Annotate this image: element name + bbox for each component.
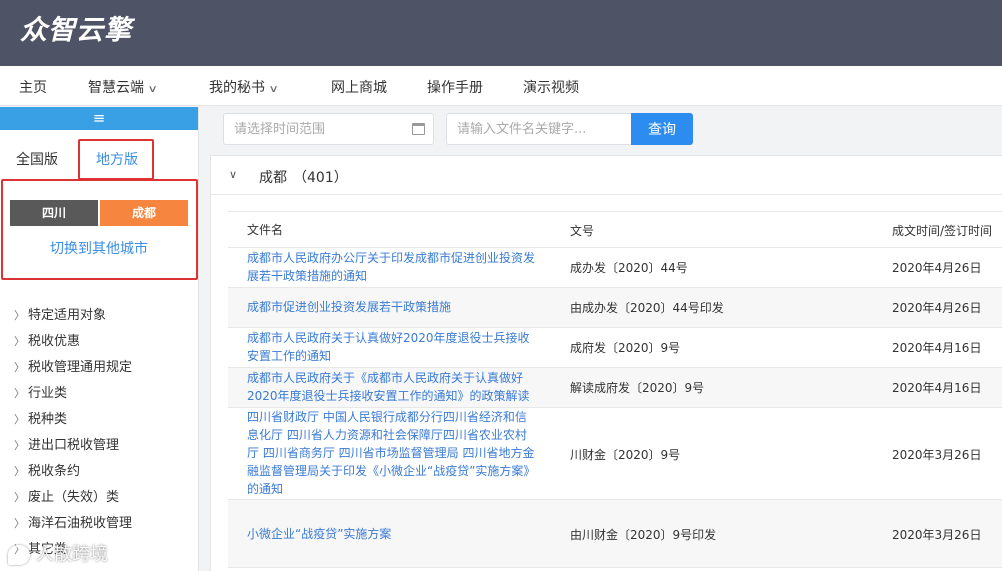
chevron-down-icon: ∨ — [268, 84, 279, 95]
col-header-name: 文件名 — [247, 223, 284, 237]
doc-title-link[interactable]: 四川省财政厅 中国人民银行成都分行四川省经济和信息化厅 四川省人力资源和社会保障… — [247, 408, 537, 498]
doc-number: 由川财金〔2020〕9号印发 — [570, 528, 717, 542]
main-nav: 主页 智慧云端 ∨ 我的秘书 ∨ 网上商城 操作手册 演示视频 — [0, 66, 1002, 106]
nav-my-secretary[interactable]: 我的秘书 ∨ — [209, 77, 279, 97]
sidebar-toggle-button[interactable]: ≡ — [0, 107, 198, 130]
table-row: 成都市人民政府关于认真做好2020年度退役士兵接收安置工作的通知 成府发〔202… — [228, 328, 1002, 368]
top-header: 众智云擎 — [0, 0, 1002, 66]
doc-title-link[interactable]: 成都市人民政府办公厅关于印发成都市促进创业投资发展若干政策措施的通知 — [247, 249, 537, 285]
chevron-right-icon: 〉 — [14, 335, 25, 348]
highlight-box-tab — [78, 139, 154, 180]
doc-number: 川财金〔2020〕9号 — [570, 448, 681, 462]
city-button[interactable]: 成都 — [100, 200, 188, 226]
category-item[interactable]: 〉税种类 — [14, 407, 132, 433]
results-panel: ∨ 成都 （401） 文件名 文号 成文时间/签订时间 成都市人民政府办公厅关于印… — [210, 155, 1002, 571]
category-item[interactable]: 〉税收管理通用规定 — [14, 355, 132, 381]
chevron-right-icon: 〉 — [14, 439, 25, 452]
chevron-right-icon: 〉 — [14, 413, 25, 426]
category-item[interactable]: 〉海洋石油税收管理 — [14, 511, 132, 537]
document-table: 文件名 文号 成文时间/签订时间 成都市人民政府办公厅关于印发成都市促进创业投资… — [228, 211, 1002, 568]
province-button[interactable]: 四川 — [10, 200, 98, 226]
nav-online-store[interactable]: 网上商城 — [331, 77, 387, 97]
doc-date: 2020年4月26日 — [892, 261, 982, 275]
search-bar: 查询 — [199, 107, 1002, 155]
category-item[interactable]: 〉进出口税收管理 — [14, 433, 132, 459]
doc-date: 2020年4月26日 — [892, 301, 982, 315]
nav-smart-cloud[interactable]: 智慧云端 ∨ — [88, 77, 158, 97]
table-row: 成都市人民政府关于《成都市人民政府关于认真做好2020年度退役士兵接收安置工作的… — [228, 368, 1002, 408]
nav-demo-video[interactable]: 演示视频 — [523, 77, 579, 97]
table-row: 成都市人民政府办公厅关于印发成都市促进创业投资发展若干政策措施的通知 成办发〔2… — [228, 248, 1002, 288]
chevron-right-icon: 〉 — [14, 491, 25, 504]
doc-title-link[interactable]: 成都市人民政府关于《成都市人民政府关于认真做好2020年度退役士兵接收安置工作的… — [247, 369, 537, 405]
watermark: 人散跨境 — [8, 540, 108, 566]
category-item[interactable]: 〉税收优惠 — [14, 329, 132, 355]
doc-number: 成府发〔2020〕9号 — [570, 341, 681, 355]
doc-number: 成办发〔2020〕44号 — [570, 261, 688, 275]
date-range-input[interactable] — [223, 113, 434, 145]
switch-city-link[interactable]: 切换到其他城市 — [0, 238, 198, 258]
category-list: 〉特定适用对象 〉税收优惠 〉税收管理通用规定 〉行业类 〉税种类 〉进出口税收… — [14, 303, 132, 563]
doc-date: 2020年4月16日 — [892, 381, 982, 395]
app-logo[interactable]: 众智云擎 — [20, 8, 132, 47]
query-button[interactable]: 查询 — [631, 113, 693, 145]
doc-date: 2020年4月16日 — [892, 341, 982, 355]
table-row: 小微企业“战疫贷”实施方案 由川财金〔2020〕9号印发 2020年3月26日 — [228, 500, 1002, 568]
chevron-right-icon: 〉 — [14, 465, 25, 478]
chevron-right-icon: 〉 — [14, 387, 25, 400]
doc-number: 由成办发〔2020〕44号印发 — [570, 301, 724, 315]
chevron-right-icon: 〉 — [14, 517, 25, 530]
group-title: 成都 （401） — [259, 170, 348, 186]
keyword-search-input[interactable] — [446, 113, 631, 145]
chevron-down-icon: ∨ — [229, 168, 238, 181]
doc-date: 2020年3月26日 — [892, 448, 982, 462]
table-row: 四川省财政厅 中国人民银行成都分行四川省经济和信息化厅 四川省人力资源和社会保障… — [228, 408, 1002, 500]
chat-bubble-icon — [8, 545, 30, 565]
col-header-date: 成文时间/签订时间 — [892, 224, 993, 238]
nav-home[interactable]: 主页 — [19, 77, 47, 97]
table-header-row: 文件名 文号 成文时间/签订时间 — [228, 212, 1002, 248]
doc-title-link[interactable]: 成都市促进创业投资发展若干政策措施 — [247, 298, 537, 316]
category-item[interactable]: 〉行业类 — [14, 381, 132, 407]
calendar-icon[interactable] — [412, 123, 425, 135]
sidebar: ≡ 全国版 地方版 四川 成都 切换到其他城市 〉特定适用对象 〉税收优惠 〉税… — [0, 107, 199, 571]
tab-national[interactable]: 全国版 — [16, 149, 58, 169]
table-row: 成都市促进创业投资发展若干政策措施 由成办发〔2020〕44号印发 2020年4… — [228, 288, 1002, 328]
chevron-down-icon: ∨ — [147, 84, 158, 95]
doc-title-link[interactable]: 成都市人民政府关于认真做好2020年度退役士兵接收安置工作的通知 — [247, 329, 537, 365]
hamburger-icon: ≡ — [92, 109, 106, 127]
highlight-box-city — [1, 179, 198, 280]
nav-manual[interactable]: 操作手册 — [427, 77, 483, 97]
city-group-header[interactable]: ∨ 成都 （401） — [211, 156, 1002, 195]
category-item[interactable]: 〉废止（失效）类 — [14, 485, 132, 511]
category-item[interactable]: 〉特定适用对象 — [14, 303, 132, 329]
category-item[interactable]: 〉税收条约 — [14, 459, 132, 485]
group-count: （401） — [293, 170, 348, 186]
col-header-number: 文号 — [570, 224, 595, 238]
chevron-right-icon: 〉 — [14, 309, 25, 322]
doc-number: 解读成府发〔2020〕9号 — [570, 381, 705, 395]
doc-title-link[interactable]: 小微企业“战疫贷”实施方案 — [247, 525, 537, 543]
doc-date: 2020年3月26日 — [892, 528, 982, 542]
chevron-right-icon: 〉 — [14, 361, 25, 374]
